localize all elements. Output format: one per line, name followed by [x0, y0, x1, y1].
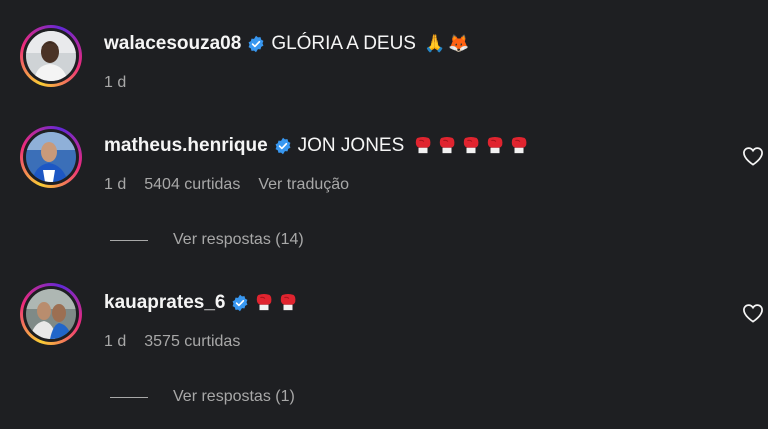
comment-text: GLÓRIA A DEUS — [271, 33, 416, 54]
emoji: 🙏 — [423, 34, 446, 53]
heart-icon[interactable] — [742, 303, 764, 323]
avatar-ring[interactable] — [20, 25, 82, 87]
boxing-glove-icon — [488, 137, 503, 154]
boxing-glove-icon — [440, 137, 455, 154]
boxing-glove-icon — [464, 137, 479, 154]
boxing-glove-icon — [281, 294, 296, 311]
verified-badge-icon — [275, 137, 291, 155]
view-replies-button[interactable]: Ver respostas (1) — [110, 388, 295, 406]
avatar-ring[interactable] — [20, 283, 82, 345]
username[interactable]: walacesouza08 — [104, 33, 241, 55]
username[interactable]: kauaprates_6 — [104, 292, 225, 314]
boxing-glove-icon — [416, 137, 431, 154]
replies-divider — [110, 239, 148, 241]
replies-divider — [110, 396, 148, 398]
heart-icon[interactable] — [742, 146, 764, 166]
avatar — [26, 132, 76, 182]
avatar — [26, 31, 76, 81]
view-replies-label: Ver respostas (14) — [173, 231, 304, 248]
verified-badge-icon — [233, 294, 248, 312]
view-replies-label: Ver respostas (1) — [173, 388, 295, 405]
boxing-glove-icon — [512, 137, 527, 154]
emoji-group — [414, 135, 534, 157]
likes-count[interactable]: 3575 curtidas — [144, 333, 240, 351]
verified-badge-icon — [248, 35, 264, 53]
emoji: 🦊 — [448, 34, 470, 53]
comment-time: 1 d — [104, 333, 127, 350]
view-replies-button[interactable]: Ver respostas (14) — [110, 231, 304, 249]
comment-time: 1 d — [104, 176, 127, 193]
boxing-glove-icon — [257, 294, 272, 311]
likes-count[interactable]: 5404 curtidas — [144, 176, 240, 194]
emoji-group — [255, 292, 303, 314]
avatar — [26, 289, 76, 339]
translate-link[interactable]: Ver tradução — [258, 176, 349, 194]
avatar-ring[interactable] — [20, 126, 82, 188]
comment-text: JON JONES — [297, 135, 405, 156]
username[interactable]: matheus.henrique — [104, 135, 268, 157]
comment-time: 1 d — [104, 74, 127, 91]
